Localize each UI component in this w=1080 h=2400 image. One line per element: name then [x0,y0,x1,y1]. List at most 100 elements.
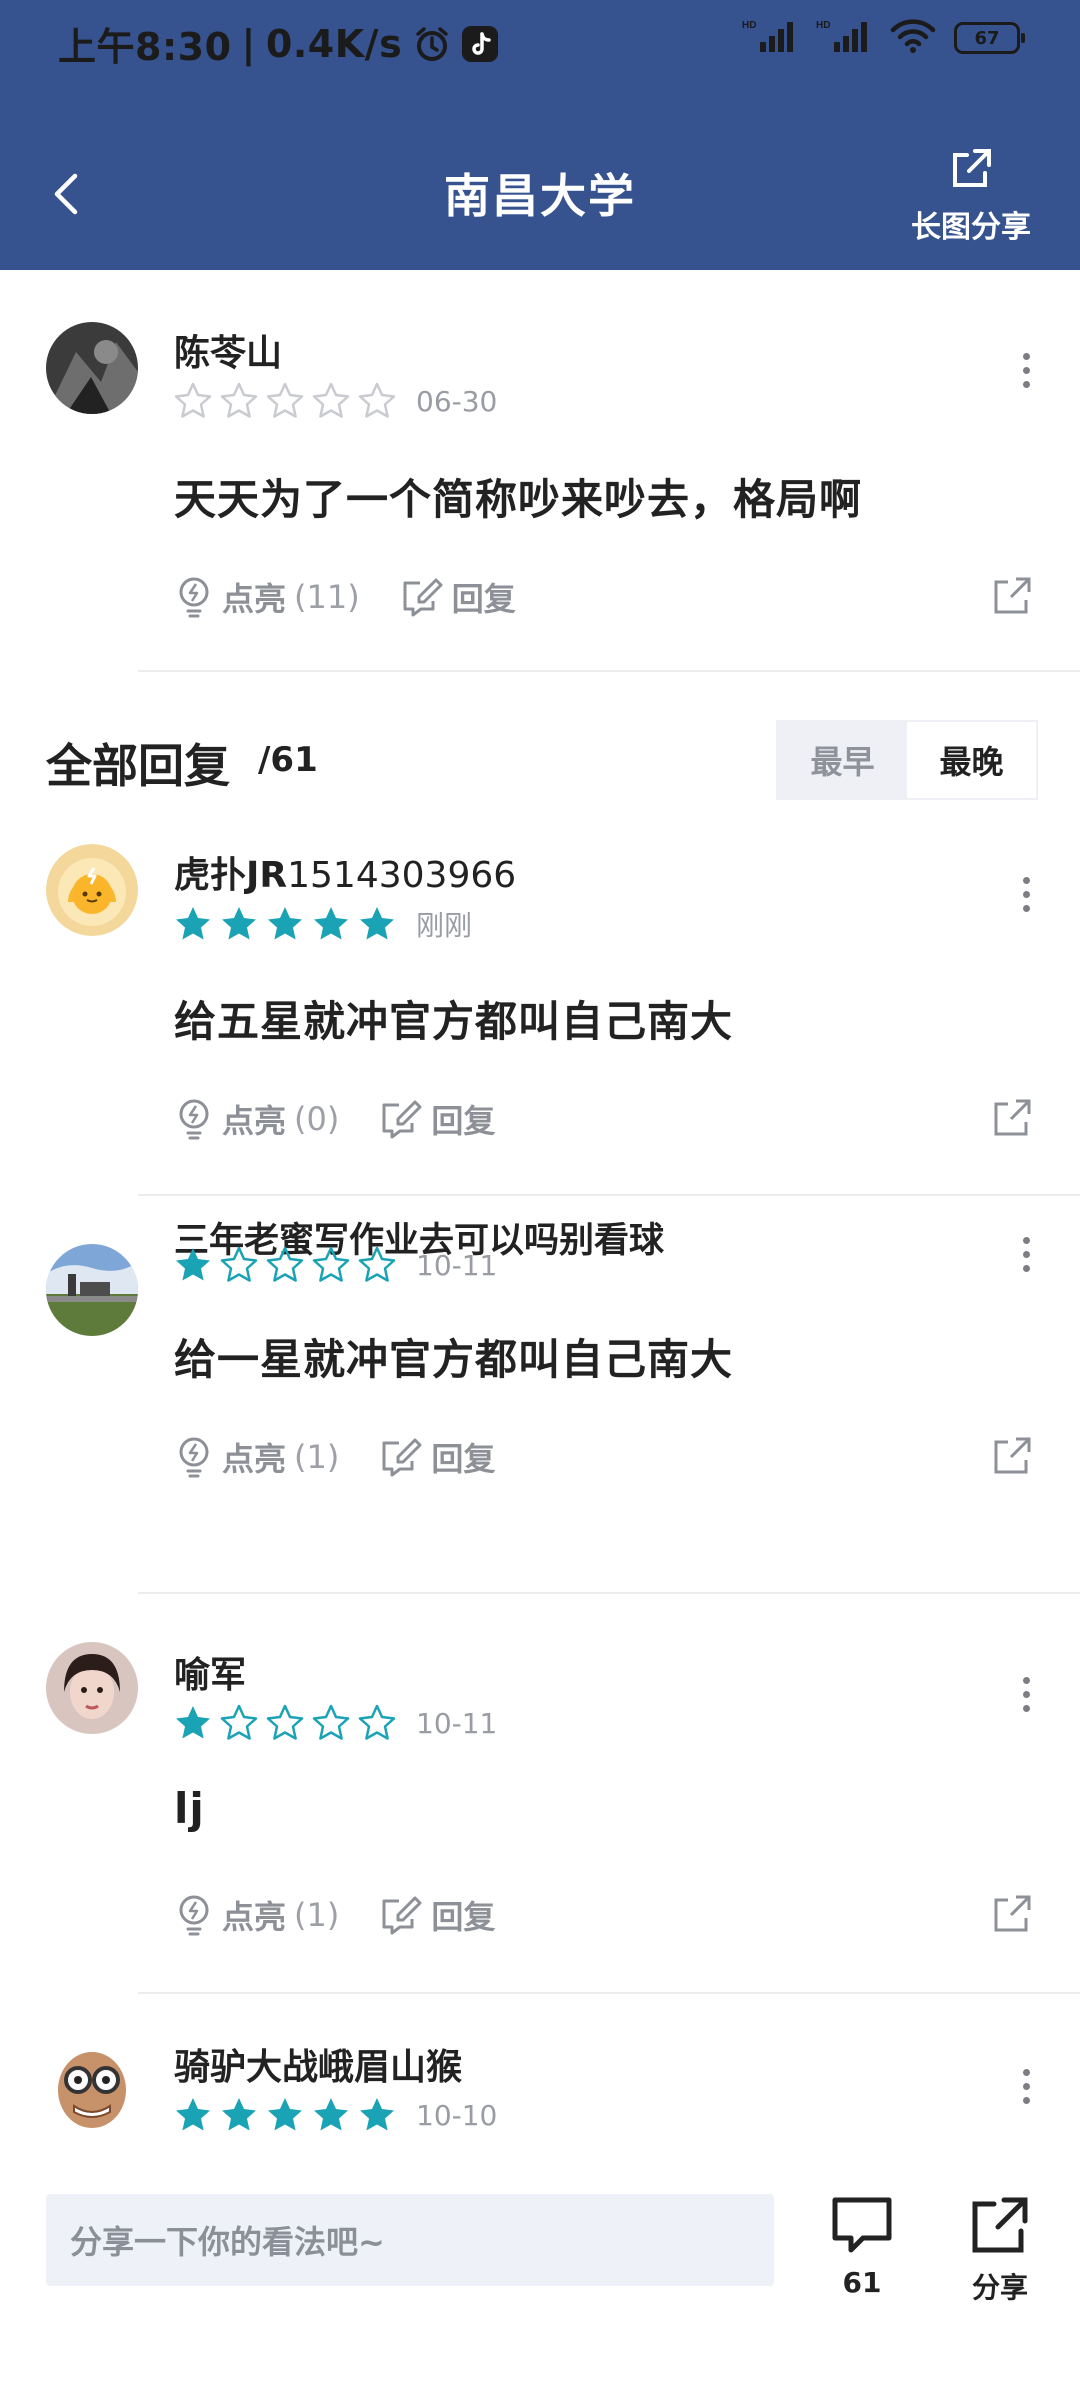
sort-toggle: 最早 最晚 [776,720,1038,800]
commenter-name[interactable]: 喻军 [174,1646,246,1698]
star-filled-icon [176,907,210,940]
long-image-share-label: 长图分享 [911,210,1031,245]
star-filled-icon [222,2098,256,2131]
more-options-button[interactable] [1014,1664,1038,1724]
lightbulb-icon [179,1099,209,1140]
sort-latest-option[interactable]: 最晚 [907,722,1036,798]
replies-count: /61 [258,740,318,780]
share-icon[interactable] [992,1894,1032,1934]
reply-label: 回复 [431,1898,496,1936]
lightbulb-icon [179,577,209,618]
like-count: (1) [294,1438,340,1476]
reply-button[interactable]: 回复 [379,1892,495,1938]
like-label: 点亮 [222,1102,287,1140]
signal-icon: HD [742,18,798,58]
more-options-button[interactable] [1014,340,1038,400]
comments-button[interactable]: 61 [812,2190,912,2299]
share-icon[interactable] [992,576,1032,616]
lightbulb-icon [179,1437,209,1478]
reply-item: 虎扑JR1514303966 刚刚 给五星就冲官方都叫自己南大 点亮 (0) 回复 [0,800,1080,1200]
reply-button[interactable]: 回复 [379,1096,495,1142]
reply-label: 回复 [431,1102,496,1140]
app-header: 上午8:30 | 0.4K/s HD HD 67 南昌大学 长图分享 [0,0,1080,270]
comment-input[interactable]: 分享一下你的看法吧~ [46,2194,774,2286]
like-button[interactable]: 点亮 (1) [174,1434,339,1480]
tiktok-icon [462,25,499,62]
share-external-icon [950,2190,1050,2260]
status-right: HD HD 67 [742,18,1025,58]
reply-button[interactable]: 回复 [379,1434,495,1480]
sort-earliest-option[interactable]: 最早 [778,722,907,798]
like-count: (1) [294,1896,340,1934]
divider [138,670,1080,672]
reply-item: 三年老蜜写作业去可以吗别看球 10-11 给一星就冲官方都叫自己南大 点亮 (1)… [0,1196,1080,1596]
rating-stars: 10-11 [174,1704,497,1742]
more-options-button[interactable] [1014,864,1038,924]
comment-text: 天天为了一个简称吵来吵去，格局啊 [174,475,863,524]
more-options-button[interactable] [1014,2056,1038,2116]
status-separator: | [241,21,256,66]
signal-icon-2: HD [816,18,872,58]
star-empty-icon [312,1704,350,1740]
star-empty-icon [312,1246,350,1282]
like-label: 点亮 [222,580,287,618]
rating-stars: 06-30 [174,382,497,420]
commenter-name-suffix: 1514303966 [287,855,517,896]
share-button[interactable]: 分享 [950,2190,1050,2306]
rating-stars: 10-10 [174,2096,497,2134]
long-image-share-button[interactable]: 长图分享 [906,146,1036,246]
avatar[interactable] [46,2040,138,2132]
reply-label: 回复 [431,1440,496,1478]
status-speed: 0.4K/s [265,21,403,66]
avatar[interactable] [46,1244,138,1336]
star-filled-icon [268,907,302,940]
main-comment: 陈苓山 06-30 天天为了一个简称吵来吵去，格局啊 点亮 (11) 回复 [0,270,1080,670]
comment-actions: 点亮 (11) 回复 [174,574,556,620]
all-replies-title: 全部回复 [46,739,230,793]
reply-item: 骑驴大战峨眉山猴 10-10 [0,1994,1080,2150]
edit-icon [382,1100,422,1139]
share-icon[interactable] [992,1098,1032,1138]
star-empty-icon [266,1246,304,1282]
lightbulb-icon [179,1895,209,1936]
commenter-name[interactable]: 虎扑JR1514303966 [174,846,516,898]
star-empty-icon [312,382,350,418]
star-empty-icon [358,1246,396,1282]
star-rating [174,1246,396,1284]
rating-stars: 10-11 [174,1246,497,1284]
edit-icon [382,1896,422,1935]
star-filled-icon [360,2098,394,2131]
commenter-name[interactable]: 陈苓山 [174,324,282,376]
avatar[interactable] [46,844,138,936]
star-empty-icon [358,382,396,418]
star-filled-icon [176,1706,210,1739]
reply-item: 喻军 10-11 lj 点亮 (1) 回复 [0,1594,1080,1994]
commenter-name-main: 虎扑JR [174,855,288,896]
star-filled-icon [176,2098,210,2131]
comment-text: lj [174,1784,205,1833]
more-options-button[interactable] [1014,1224,1038,1284]
comment-actions: 点亮 (0) 回复 [174,1096,535,1142]
comment-time: 10-10 [416,2098,498,2132]
star-empty-icon [266,1704,304,1740]
comment-text: 给五星就冲官方都叫自己南大 [174,997,734,1046]
reply-button[interactable]: 回复 [400,574,516,620]
avatar[interactable] [46,1642,138,1734]
svg-text:HD: HD [816,20,830,31]
like-button[interactable]: 点亮 (11) [174,574,360,620]
share-icon[interactable] [992,1436,1032,1476]
like-button[interactable]: 点亮 (0) [174,1096,339,1142]
star-filled-icon [268,2098,302,2131]
avatar[interactable] [46,322,138,414]
star-filled-icon [360,907,394,940]
status-bar: 上午8:30 | 0.4K/s HD HD 67 [0,0,1080,80]
share-label: 分享 [971,2271,1028,2304]
star-filled-icon [314,2098,348,2131]
rating-stars: 刚刚 [174,904,472,944]
bottom-bar: 分享一下你的看法吧~ 61 分享 [0,2150,1080,2400]
commenter-name[interactable]: 骑驴大战峨眉山猴 [174,2038,462,2090]
like-button[interactable]: 点亮 (1) [174,1892,339,1938]
status-left: 上午8:30 | 0.4K/s [58,16,499,71]
star-filled-icon [314,907,348,940]
like-label: 点亮 [222,1898,287,1936]
